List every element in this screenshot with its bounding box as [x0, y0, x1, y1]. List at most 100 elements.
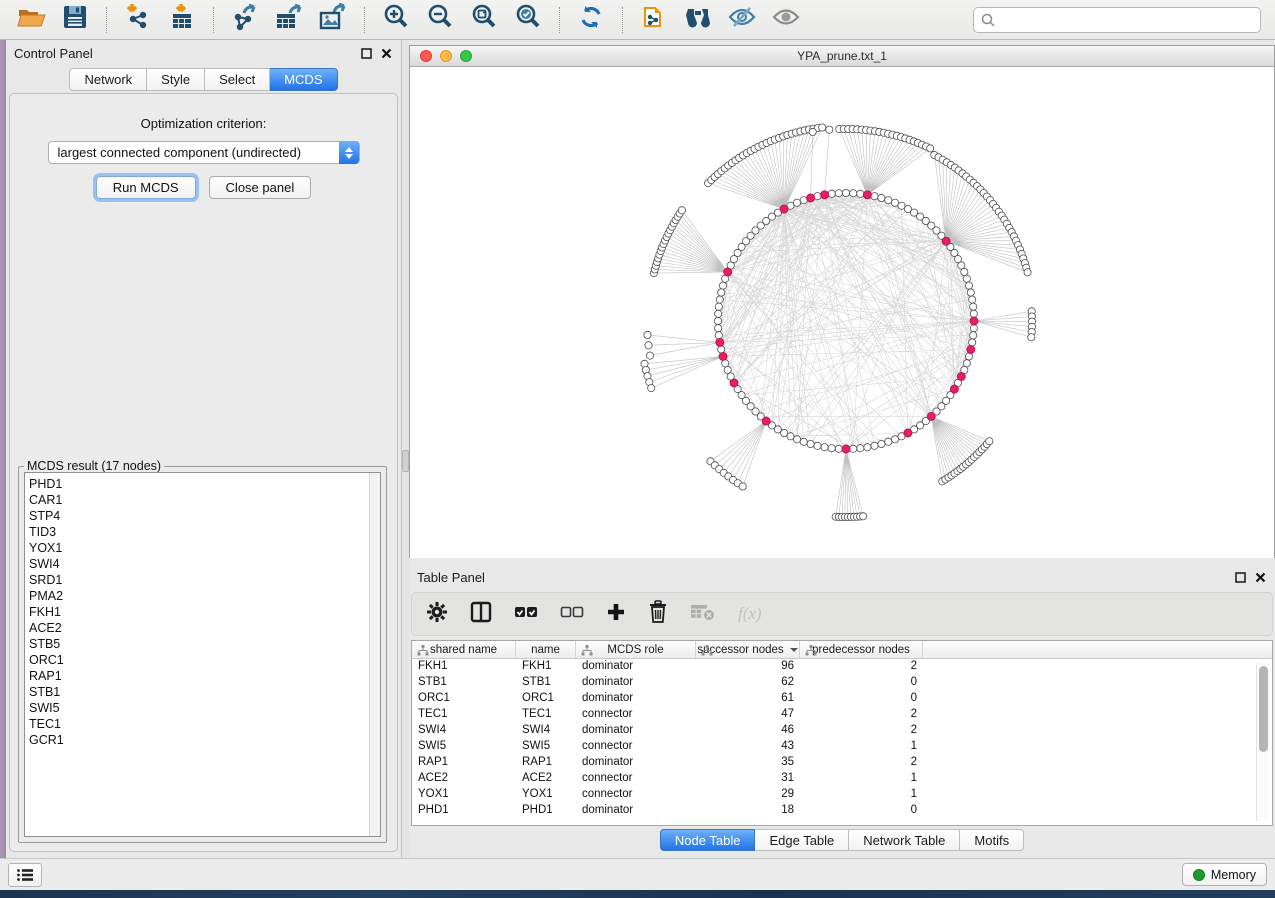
- vertical-splitter[interactable]: [402, 40, 409, 858]
- table-row[interactable]: SWI4SWI4dominator462: [412, 723, 1272, 739]
- memory-button[interactable]: Memory: [1182, 863, 1267, 886]
- tab-network-table[interactable]: Network Table: [849, 829, 960, 851]
- tab-motifs[interactable]: Motifs: [960, 829, 1024, 851]
- table-cell[interactable]: STB1: [412, 675, 516, 691]
- table-scrollbar-thumb[interactable]: [1259, 666, 1268, 752]
- open-session-button[interactable]: [12, 4, 50, 36]
- table-cell[interactable]: PHD1: [516, 803, 576, 819]
- deselect-all-rows-button[interactable]: [560, 605, 584, 624]
- table-cell[interactable]: YOX1: [412, 787, 516, 803]
- table-cell[interactable]: dominator: [576, 691, 696, 707]
- mcds-result-item[interactable]: STB1: [29, 684, 380, 700]
- table-cell[interactable]: dominator: [576, 803, 696, 819]
- select-all-rows-button[interactable]: [514, 605, 538, 624]
- table-scrollbar[interactable]: [1256, 663, 1269, 821]
- table-cell[interactable]: 1: [800, 787, 923, 803]
- table-cell[interactable]: dominator: [576, 723, 696, 739]
- table-row[interactable]: TEC1TEC1connector472: [412, 707, 1272, 723]
- column-header-MCDS-role[interactable]: MCDS role: [576, 641, 696, 658]
- export-table-button[interactable]: [270, 4, 308, 36]
- column-header-predecessor-nodes[interactable]: predecessor nodes: [800, 641, 923, 658]
- table-cell[interactable]: dominator: [576, 755, 696, 771]
- table-cell[interactable]: 61: [696, 691, 800, 707]
- table-cell[interactable]: SWI4: [516, 723, 576, 739]
- table-close-panel-icon[interactable]: [1254, 571, 1267, 584]
- mcds-result-item[interactable]: ACE2: [29, 620, 380, 636]
- mcds-result-item[interactable]: PMA2: [29, 588, 380, 604]
- table-cell[interactable]: 96: [696, 659, 800, 675]
- tab-select[interactable]: Select: [205, 68, 270, 91]
- mcds-result-item[interactable]: STB5: [29, 636, 380, 652]
- table-cell[interactable]: RAP1: [516, 755, 576, 771]
- table-cell[interactable]: ORC1: [516, 691, 576, 707]
- table-cell[interactable]: 0: [800, 675, 923, 691]
- save-session-button[interactable]: [56, 4, 94, 36]
- table-cell[interactable]: ACE2: [516, 771, 576, 787]
- first-neighbors-button[interactable]: [679, 4, 717, 36]
- table-cell[interactable]: TEC1: [412, 707, 516, 723]
- table-cell[interactable]: 2: [800, 755, 923, 771]
- mcds-result-item[interactable]: YOX1: [29, 540, 380, 556]
- import-table-button[interactable]: [163, 4, 201, 36]
- mcds-result-item[interactable]: SWI5: [29, 700, 380, 716]
- table-cell[interactable]: FKH1: [412, 659, 516, 675]
- create-column-button[interactable]: [606, 602, 626, 627]
- table-row[interactable]: YOX1YOX1connector291: [412, 787, 1272, 803]
- float-window-icon[interactable]: [360, 47, 373, 60]
- zoom-in-button[interactable]: [377, 4, 415, 36]
- mcds-result-item[interactable]: RAP1: [29, 668, 380, 684]
- show-all-button[interactable]: [767, 4, 805, 36]
- table-cell[interactable]: 31: [696, 771, 800, 787]
- table-cell[interactable]: connector: [576, 707, 696, 723]
- table-cell[interactable]: dominator: [576, 675, 696, 691]
- table-cell[interactable]: FKH1: [516, 659, 576, 675]
- mcds-result-item[interactable]: GCR1: [29, 732, 380, 748]
- table-cell[interactable]: 62: [696, 675, 800, 691]
- table-cell[interactable]: connector: [576, 771, 696, 787]
- search-input[interactable]: [973, 7, 1261, 33]
- delete-column-button[interactable]: [648, 600, 668, 629]
- table-cell[interactable]: ACE2: [412, 771, 516, 787]
- mcds-result-item[interactable]: TEC1: [29, 716, 380, 732]
- table-cell[interactable]: STB1: [516, 675, 576, 691]
- table-cell[interactable]: SWI5: [412, 739, 516, 755]
- table-cell[interactable]: 43: [696, 739, 800, 755]
- mcds-result-item[interactable]: SWI4: [29, 556, 380, 572]
- table-row[interactable]: ACE2ACE2connector311: [412, 771, 1272, 787]
- table-cell[interactable]: connector: [576, 787, 696, 803]
- table-cell[interactable]: 46: [696, 723, 800, 739]
- table-float-window-icon[interactable]: [1234, 571, 1247, 584]
- tab-edge-table[interactable]: Edge Table: [755, 829, 849, 851]
- vertical-splitter-handle[interactable]: [402, 450, 409, 472]
- table-cell[interactable]: YOX1: [516, 787, 576, 803]
- table-cell[interactable]: dominator: [576, 659, 696, 675]
- table-row[interactable]: PHD1PHD1dominator180: [412, 803, 1272, 819]
- column-header-successor-nodes[interactable]: successor nodes: [696, 641, 800, 658]
- close-mcds-panel-button[interactable]: Close panel: [209, 176, 312, 199]
- table-cell[interactable]: 0: [800, 803, 923, 819]
- table-row[interactable]: FKH1FKH1dominator962: [412, 659, 1272, 675]
- network-graph-canvas[interactable]: [410, 67, 1274, 558]
- table-cell[interactable]: SWI4: [412, 723, 516, 739]
- import-network-button[interactable]: [119, 4, 157, 36]
- table-settings-button[interactable]: [426, 601, 448, 628]
- mcds-result-list[interactable]: PHD1CAR1STP4TID3YOX1SWI4SRD1PMA2FKH1ACE2…: [24, 472, 381, 837]
- mcds-result-item[interactable]: ORC1: [29, 652, 380, 668]
- table-cell[interactable]: 29: [696, 787, 800, 803]
- table-cell[interactable]: TEC1: [516, 707, 576, 723]
- table-row[interactable]: RAP1RAP1dominator352: [412, 755, 1272, 771]
- run-mcds-button[interactable]: Run MCDS: [96, 176, 196, 199]
- table-cell[interactable]: 0: [800, 691, 923, 707]
- mcds-result-item[interactable]: SRD1: [29, 572, 380, 588]
- table-cell[interactable]: 2: [800, 723, 923, 739]
- hide-selected-button[interactable]: [723, 4, 761, 36]
- column-header-name[interactable]: name: [516, 641, 576, 658]
- table-cell[interactable]: 2: [800, 707, 923, 723]
- optimization-criterion-select[interactable]: largest connected component (undirected): [48, 141, 360, 164]
- table-cell[interactable]: connector: [576, 739, 696, 755]
- column-header-shared-name[interactable]: shared name: [412, 641, 516, 658]
- table-cell[interactable]: RAP1: [412, 755, 516, 771]
- table-cell[interactable]: 1: [800, 771, 923, 787]
- table-cell[interactable]: PHD1: [412, 803, 516, 819]
- tab-mcds[interactable]: MCDS: [270, 68, 337, 91]
